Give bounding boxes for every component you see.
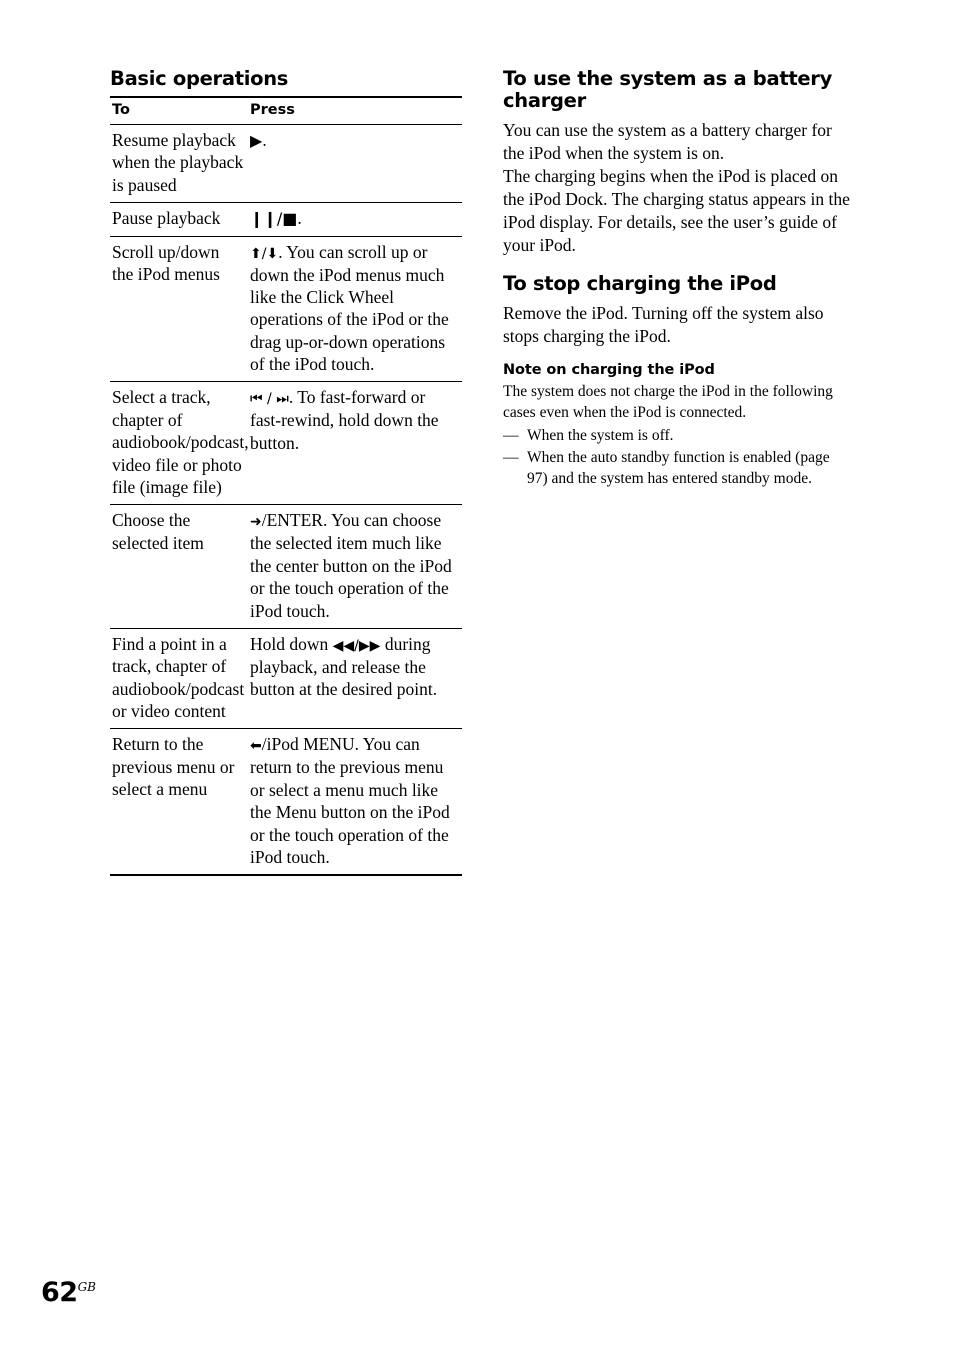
note-body: The system does not charge the iPod in t…	[503, 383, 833, 422]
table-row: Resume playback when the playback is pau…	[110, 125, 462, 204]
cell-press: ⬆/⬇. You can scroll up or down the iPod …	[250, 237, 462, 382]
cell-to: Find a point in a track, chapter of audi…	[112, 633, 245, 722]
table-row: Find a point in a track, chapter of audi…	[110, 629, 462, 730]
stop-charging-heading: To stop charging the iPod	[503, 272, 777, 296]
dash-bullet: —	[503, 449, 519, 467]
page-title: Basic operations	[110, 67, 289, 90]
cell-to: Scroll up/down the iPod menus	[112, 241, 220, 284]
battery-charger-paragraph-2: The charging begins when the iPod is pla…	[503, 166, 850, 256]
right-column: To use the system as a battery charger Y…	[503, 67, 853, 491]
page-number-value: 62	[41, 1277, 78, 1308]
prev-next-track-icon: ⏮ / ⏭	[250, 391, 289, 408]
left-column: Basic operations To Press Resume playbac…	[110, 67, 462, 877]
page-number-suffix: GB	[77, 1280, 96, 1294]
cell-press-text: /iPod MENU. You can return to the previo…	[250, 734, 450, 867]
cell-press-text: /ENTER. You can choose the selected item…	[250, 510, 452, 621]
document-page: Basic operations To Press Resume playbac…	[0, 0, 954, 1357]
cell-press-text: .	[297, 208, 302, 229]
list-item: — When the auto standby function is enabl…	[503, 448, 853, 490]
list-item-label: When the system is off.	[527, 427, 674, 445]
cell-to: Pause playback	[112, 208, 221, 229]
battery-charger-paragraph-1: You can use the system as a battery char…	[503, 119, 832, 163]
table-row: Select a track, chapter of audiobook/pod…	[110, 382, 462, 506]
column-header-to: To	[112, 102, 130, 119]
table-row: Choose the selected item ➜/ENTER. You ca…	[110, 505, 462, 629]
pause-stop-icon: ❙❙/■	[250, 209, 298, 229]
list-item-label: When the auto standby function is enable…	[527, 449, 830, 488]
left-arrow-icon: ⬅	[250, 738, 262, 755]
cell-press-text: . You can scroll up or down the iPod men…	[250, 241, 449, 375]
cell-press-text: .	[262, 129, 267, 150]
cell-press-prefix: Hold down	[250, 633, 333, 654]
column-header-press: Press	[250, 102, 295, 119]
cell-to: Return to the previous menu or select a …	[112, 734, 235, 800]
page-number: 62GB	[41, 1277, 96, 1308]
stop-charging-paragraph: Remove the iPod. Turning off the system …	[503, 302, 824, 346]
table-row: Pause playback ❙❙/■.	[110, 203, 462, 237]
cell-press: Hold down ◀◀/▶▶ during playback, and rel…	[250, 629, 462, 729]
note-heading: Note on charging the iPod	[503, 362, 715, 379]
cell-press: ❙❙/■.	[250, 203, 462, 235]
cell-press: ➜/ENTER. You can choose the selected ite…	[250, 505, 462, 627]
table-row: Scroll up/down the iPod menus ⬆/⬇. You c…	[110, 237, 462, 383]
cell-to: Resume playback when the playback is pau…	[112, 129, 244, 195]
cell-press: ⬅/iPod MENU. You can return to the previ…	[250, 729, 462, 874]
play-icon: ▶	[250, 130, 263, 150]
table-row: Return to the previous menu or select a …	[110, 729, 462, 877]
table-header-row: To Press	[110, 98, 462, 125]
cell-press: ▶.	[250, 125, 462, 202]
right-arrow-icon: ➜	[250, 514, 262, 531]
up-down-arrow-icon: ⬆/⬇	[250, 245, 279, 262]
rewind-forward-icon: ◀◀/▶▶	[332, 637, 381, 654]
note-list: — When the system is off. — When the auto …	[503, 426, 853, 490]
dash-bullet: —	[503, 427, 519, 445]
battery-charger-heading: To use the system as a battery charger	[503, 67, 833, 113]
cell-to: Choose the selected item	[112, 510, 204, 553]
cell-press: ⏮ / ⏭. To fast-forward or fast-rewind, h…	[250, 382, 462, 504]
basic-operations-table: To Press Resume playback when the playba…	[110, 96, 462, 877]
cell-to: Select a track, chapter of audiobook/pod…	[112, 387, 249, 498]
list-item: — When the system is off.	[503, 426, 853, 447]
